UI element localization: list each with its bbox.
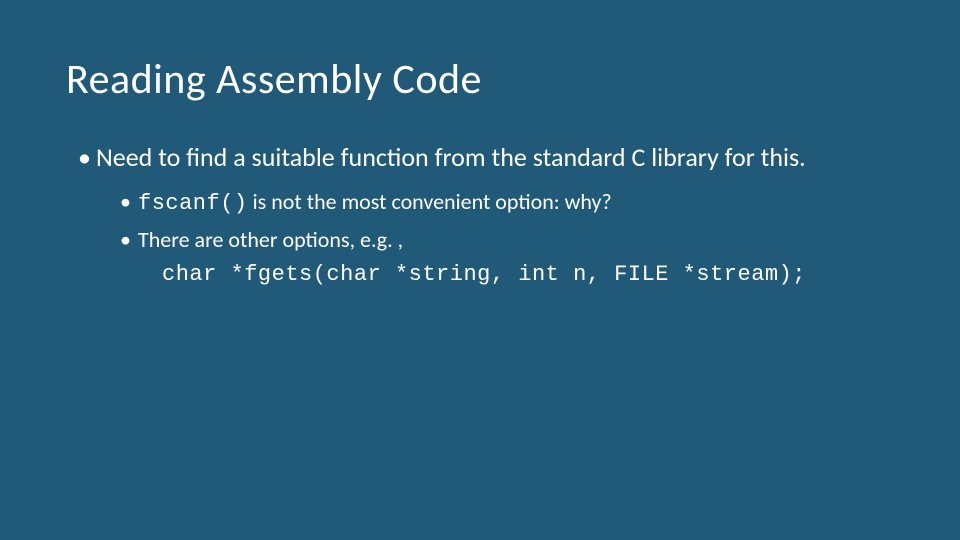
- sub2-text: There are other options, e.g. ,: [138, 226, 403, 253]
- bullet-icon: •: [120, 187, 138, 217]
- bullet-icon: •: [78, 140, 96, 175]
- sub1-code: fscanf(): [138, 191, 248, 216]
- bullet1-text: Need to find a suitable function from th…: [96, 141, 806, 173]
- sub1-rest: is not the most convenient option: why?: [248, 188, 612, 215]
- bullet-level2: •There are other options, e.g. ,: [120, 225, 920, 255]
- slide-body: •Need to find a suitable function from t…: [78, 140, 920, 290]
- bullet-level2: •fscanf() is not the most convenient opt…: [120, 187, 920, 219]
- slide-title: Reading Assembly Code: [66, 54, 482, 105]
- sub-bullets: •fscanf() is not the most convenient opt…: [120, 187, 920, 254]
- bullet-level1: •Need to find a suitable function from t…: [78, 140, 920, 175]
- bullet-icon: •: [120, 225, 138, 255]
- code-line: char *fgets(char *string, int n, FILE *s…: [162, 260, 920, 290]
- slide: Reading Assembly Code •Need to find a su…: [0, 0, 960, 540]
